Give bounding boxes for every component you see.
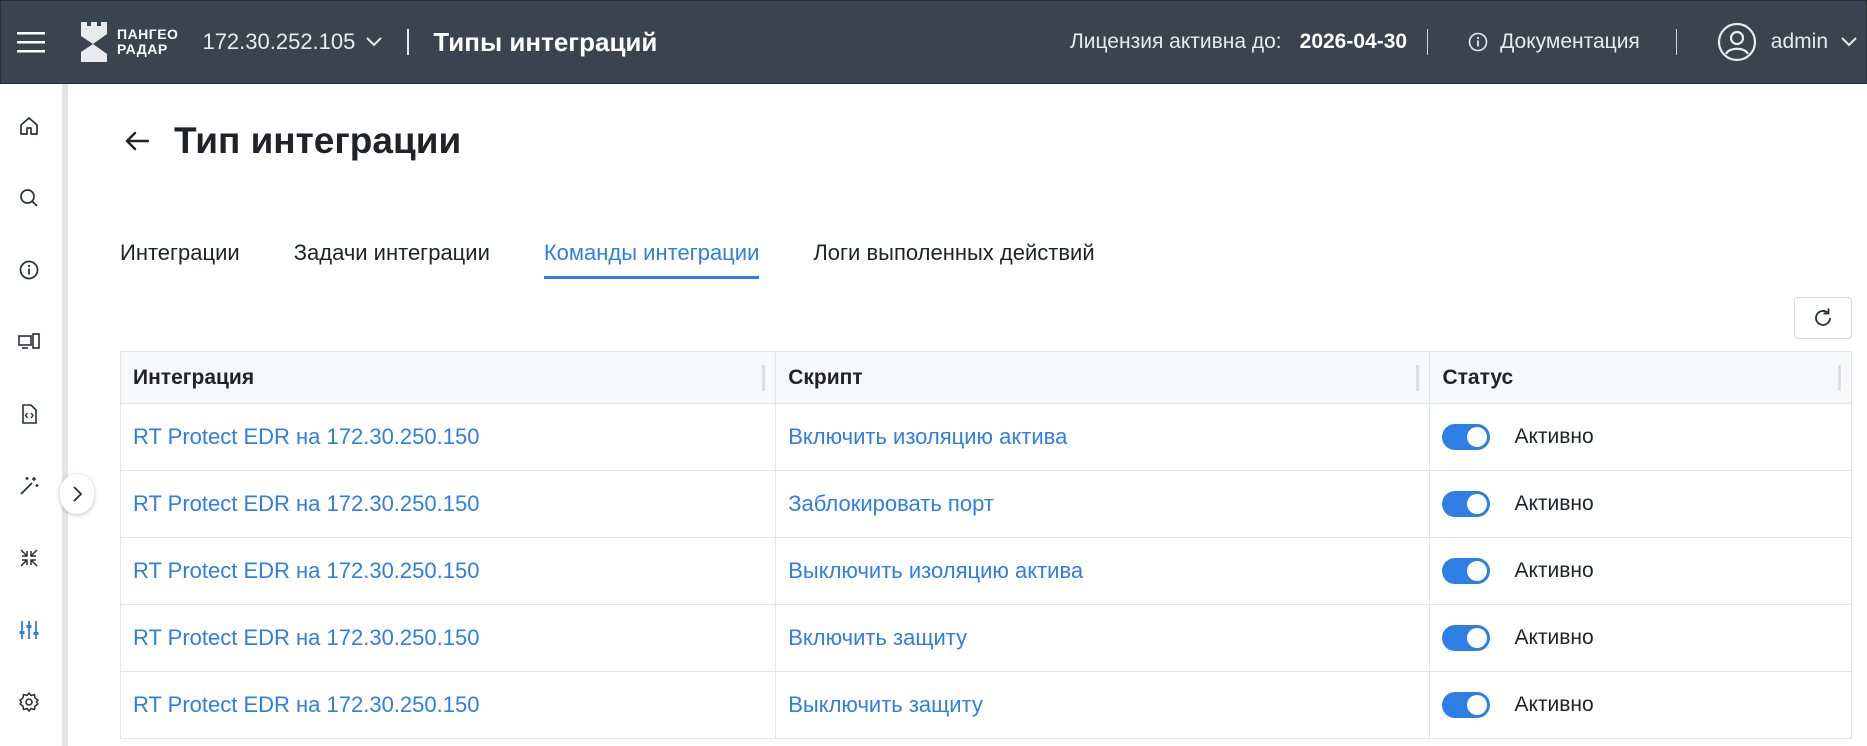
column-resize-handle[interactable] [762,365,766,391]
back-arrow-icon[interactable] [120,124,154,158]
status-label: Активно [1514,626,1594,649]
table-header: Интеграция Скрипт Статус [121,352,1851,404]
license-date: 2026-04-30 [1299,30,1408,53]
info-icon [1468,32,1488,52]
documentation-label: Документация [1500,30,1640,53]
table-row: RT Protect EDR на 172.30.250.150 Выключи… [121,538,1851,605]
home-icon[interactable] [0,106,58,146]
sliders-icon[interactable] [0,610,58,650]
search-icon[interactable] [0,178,58,218]
script-link[interactable]: Выключить защиту [788,692,983,718]
tab-integration-commands[interactable]: Команды интеграции [543,240,760,279]
tabs: Интеграции Задачи интеграции Команды инт… [120,240,1149,279]
expand-sidebar-button[interactable] [60,474,94,514]
column-header-integration[interactable]: Интеграция [121,352,777,403]
divider [1675,29,1677,55]
sidebar [0,84,68,746]
status-label: Активно [1514,559,1594,582]
logo[interactable]: ПАНГЕО РАДАР [79,0,178,84]
table-row: RT Protect EDR на 172.30.250.150 Включит… [121,404,1851,471]
table-row: RT Protect EDR на 172.30.250.150 Выключи… [121,672,1851,739]
status-toggle[interactable] [1442,424,1491,450]
host-selector[interactable]: 172.30.252.105 [202,29,383,55]
commands-table: Интеграция Скрипт Статус RT Protect EDR … [120,351,1852,739]
tab-integrations[interactable]: Интеграции [120,240,240,279]
table-row: RT Protect EDR на 172.30.250.150 Заблоки… [121,471,1851,538]
column-header-status[interactable]: Статус [1430,352,1851,403]
devices-icon[interactable] [0,322,58,362]
status-label: Активно [1514,425,1594,448]
top-bar: ПАНГЕО РАДАР 172.30.252.105 Типы интегра… [0,0,1867,84]
avatar-icon [1717,22,1756,62]
status-toggle[interactable] [1442,625,1491,651]
collapse-arrows-icon[interactable] [0,538,58,578]
status-toggle[interactable] [1442,558,1491,584]
status-toggle[interactable] [1442,491,1491,517]
host-label: 172.30.252.105 [202,29,356,54]
integration-link[interactable]: RT Protect EDR на 172.30.250.150 [133,558,479,584]
column-header-script[interactable]: Скрипт [776,352,1431,403]
table-row: RT Protect EDR на 172.30.250.150 Включит… [121,605,1851,672]
license-label: Лицензия активна до: [1070,30,1282,53]
column-resize-handle[interactable] [1837,365,1841,391]
chevron-down-icon [366,37,383,47]
status-label: Активно [1514,492,1594,515]
chevron-down-icon [1841,37,1857,47]
integration-link[interactable]: RT Protect EDR на 172.30.250.150 [133,625,479,651]
refresh-button[interactable] [1794,297,1852,339]
divider [407,29,410,55]
logo-icon [81,22,107,62]
status-label: Активно [1514,693,1594,716]
refresh-icon [1815,308,1831,326]
chevron-right-icon [73,486,83,502]
integration-link[interactable]: RT Protect EDR на 172.30.250.150 [133,692,479,718]
tab-integration-tasks[interactable]: Задачи интеграции [294,240,490,279]
script-link[interactable]: Заблокировать порт [788,491,994,517]
gear-icon[interactable] [0,682,58,722]
section-title: Типы интеграций [433,26,658,57]
user-menu[interactable]: admin [1717,22,1858,62]
logo-line2: РАДАР [117,41,168,57]
page-title: Тип интеграции [174,120,462,161]
script-link[interactable]: Включить изоляцию актива [788,424,1067,450]
magic-wand-icon[interactable] [0,466,58,506]
tab-action-logs[interactable]: Логи выполенных действий [813,240,1094,279]
integration-link[interactable]: RT Protect EDR на 172.30.250.150 [133,424,479,450]
info-icon[interactable] [0,250,58,290]
column-resize-handle[interactable] [1416,365,1420,391]
code-file-icon[interactable] [0,394,58,434]
script-link[interactable]: Включить защиту [788,625,967,651]
divider [1427,29,1429,55]
documentation-link[interactable]: Документация [1468,30,1640,54]
script-link[interactable]: Выключить изоляцию актива [788,558,1083,584]
logo-line1: ПАНГЕО [117,26,179,42]
status-toggle[interactable] [1442,692,1491,718]
integration-link[interactable]: RT Protect EDR на 172.30.250.150 [133,491,479,517]
menu-icon[interactable] [1,0,61,84]
username: admin [1770,30,1828,53]
